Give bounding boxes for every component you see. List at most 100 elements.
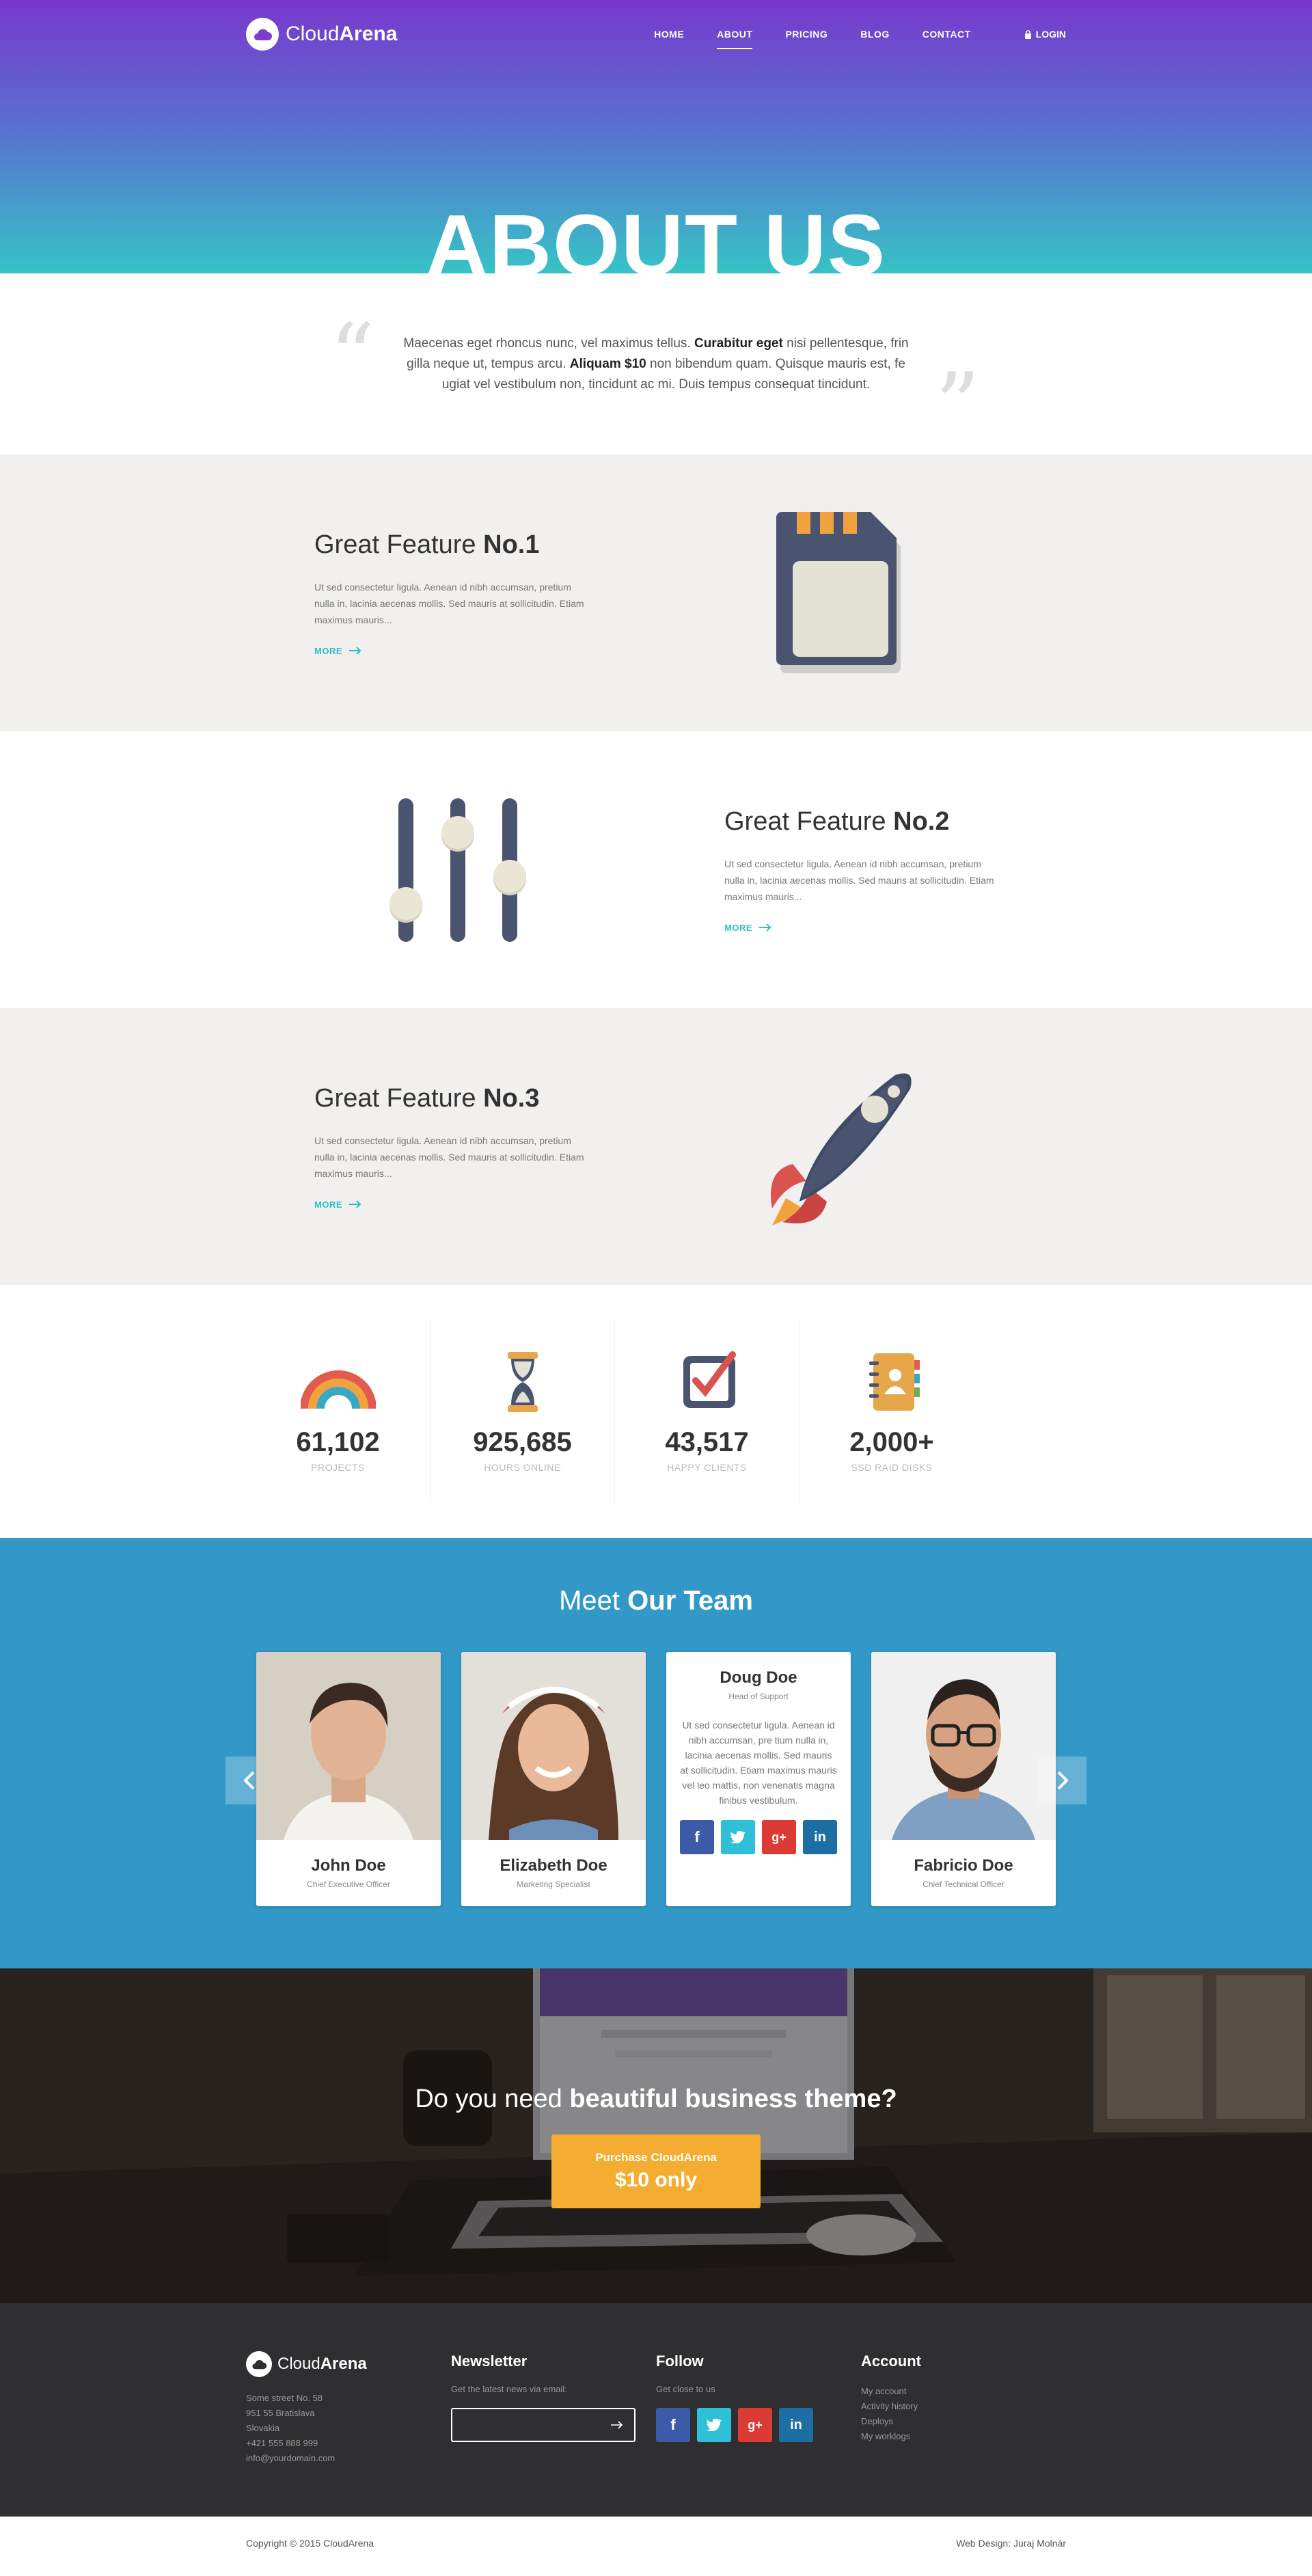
- stat-clients-value: 43,517: [665, 1426, 749, 1457]
- stat-projects-label: PROJECTS: [311, 1461, 365, 1473]
- google-plus-icon[interactable]: g+: [738, 2408, 772, 2442]
- feature-1-more-label: MORE: [314, 645, 342, 656]
- feature-2-title-light: Great Feature: [724, 806, 894, 836]
- account-link-my-account[interactable]: My account: [861, 2384, 1066, 2399]
- account-link-deploys[interactable]: Deploys: [861, 2414, 1066, 2429]
- address-line: Some street No. 58: [246, 2393, 323, 2403]
- feature-2-title-bold: No.2: [893, 806, 950, 836]
- team-card-doug[interactable]: Doug Doe Head of Support Ut sed consecte…: [666, 1652, 851, 1906]
- quote-bold1: Curabitur eget: [694, 336, 783, 351]
- linkedin-icon[interactable]: in: [803, 1820, 837, 1854]
- feature-1-title-light: Great Feature: [314, 530, 484, 559]
- carousel-next-button[interactable]: [1039, 1757, 1086, 1804]
- arrow-right-icon[interactable]: [611, 2421, 623, 2429]
- design-credit: Web Design: Juraj Molnár: [956, 2538, 1066, 2549]
- hourglass-icon: [507, 1351, 538, 1412]
- stat-clients: 43,517 HAPPY CLIENTS: [615, 1319, 800, 1504]
- twitter-icon[interactable]: [721, 1820, 755, 1854]
- twitter-icon[interactable]: [697, 2408, 731, 2442]
- nav-contact[interactable]: CONTACT: [922, 23, 971, 45]
- linkedin-icon[interactable]: in: [779, 2408, 813, 2442]
- chevron-left-icon: [243, 1771, 255, 1790]
- elizabeth-role: Marketing Specialist: [517, 1880, 590, 1889]
- login-link[interactable]: LOGIN: [1024, 29, 1066, 40]
- feature-2-text: Ut sed consectetur ligula. Aenean id nib…: [724, 858, 994, 902]
- open-quote-icon: “: [329, 304, 375, 408]
- phone-number: +421 555 888 999: [246, 2438, 318, 2448]
- feature-1-more-link[interactable]: MORE: [314, 646, 588, 656]
- team-carousel: John Doe Chief Executive Officer Elizabe…: [226, 1652, 1086, 1906]
- fabricio-photo: [871, 1652, 1056, 1840]
- quote-text: Maecenas eget rhoncus nunc, vel maximus …: [396, 334, 916, 395]
- newsletter-email-input[interactable]: [451, 2408, 636, 2442]
- footer: CloudArena Some street No. 58 951 55 Bra…: [0, 2303, 1312, 2517]
- address-line: Slovakia: [246, 2423, 280, 2433]
- address-line: 951 55 Bratislava: [246, 2408, 315, 2418]
- stats-section: 61,102 PROJECTS 925,685 HOURS ONLINE 43,…: [0, 1285, 1312, 1538]
- feature-3: Great Feature No.3 Ut sed consectetur li…: [0, 1008, 1312, 1285]
- login-label: LOGIN: [1035, 29, 1066, 40]
- brand-name-bold: Arena: [339, 23, 398, 45]
- cta-section: Do you need beautiful business theme? Pu…: [0, 1968, 1312, 2303]
- stat-hours: 925,685 HOURS ONLINE: [430, 1319, 615, 1504]
- nav-home[interactable]: HOME: [654, 23, 684, 45]
- close-quote-icon: ”: [935, 353, 981, 457]
- doug-bio: Ut sed consectetur ligula. Aenean id nib…: [680, 1720, 837, 1806]
- team-card-john[interactable]: John Doe Chief Executive Officer: [256, 1652, 441, 1906]
- account-title: Account: [861, 2353, 921, 2370]
- stat-clients-label: HAPPY CLIENTS: [667, 1461, 747, 1473]
- team-card-fabricio[interactable]: Fabricio Doe Chief Technical Officer: [871, 1652, 1056, 1906]
- sliders-icon: [372, 791, 543, 949]
- follow-title: Follow: [656, 2353, 704, 2370]
- john-name: John Doe: [311, 1856, 386, 1875]
- email-link[interactable]: info@yourdomain.com: [246, 2451, 451, 2466]
- account-link-worklogs[interactable]: My worklogs: [861, 2429, 1066, 2444]
- stat-hours-label: HOURS ONLINE: [484, 1461, 561, 1473]
- footer-logo[interactable]: CloudArena: [246, 2351, 451, 2377]
- doug-socials: f g+ in: [680, 1820, 837, 1854]
- team-card-elizabeth[interactable]: Elizabeth Doe Marketing Specialist: [461, 1652, 646, 1906]
- google-plus-icon[interactable]: g+: [762, 1820, 796, 1854]
- newsletter-subtitle: Get the latest news via email:: [451, 2384, 567, 2394]
- purchase-line2: $10 only: [614, 2169, 698, 2191]
- elizabeth-name: Elizabeth Doe: [500, 1856, 607, 1875]
- footer-brand-light: Cloud: [277, 2355, 320, 2373]
- brand-name-light: Cloud: [286, 23, 340, 45]
- cta-title: Do you need beautiful business theme?: [0, 2085, 1312, 2114]
- arrow-right-icon: [759, 923, 771, 932]
- sim-card-icon: [772, 508, 909, 679]
- main-menu: HOME ABOUT PRICING BLOG CONTACT: [654, 23, 971, 49]
- john-role: Chief Executive Officer: [307, 1880, 390, 1889]
- stat-projects-value: 61,102: [296, 1426, 380, 1457]
- feature-3-title: Great Feature No.3: [314, 1084, 588, 1113]
- bottom-bar: Copyright © 2015 CloudArena Web Design: …: [0, 2517, 1312, 2570]
- purchase-line1: Purchase CloudArena: [595, 2151, 717, 2164]
- cta-title-bold: beautiful business theme?: [569, 2085, 897, 2113]
- team-section: Meet Our Team John Doe Chief Executive O: [0, 1538, 1312, 1968]
- footer-follow-column: Follow Get close to us f g+ in: [656, 2351, 861, 2466]
- brand-logo[interactable]: CloudArena: [246, 18, 397, 51]
- arrow-right-icon: [349, 647, 361, 655]
- nav-blog[interactable]: BLOG: [860, 23, 889, 45]
- feature-2-more-link[interactable]: MORE: [724, 923, 998, 933]
- stat-disks-value: 2,000+: [849, 1426, 934, 1457]
- account-link-activity[interactable]: Activity history: [861, 2399, 1066, 2414]
- arrow-right-icon: [349, 1200, 361, 1208]
- nav-about[interactable]: ABOUT: [717, 23, 753, 49]
- cloud-icon: [246, 18, 279, 51]
- nav-pricing[interactable]: PRICING: [785, 23, 828, 45]
- facebook-icon[interactable]: f: [656, 2408, 690, 2442]
- john-photo: [256, 1652, 441, 1840]
- feature-1-title-bold: No.1: [483, 530, 540, 559]
- checkbox-icon: [683, 1351, 736, 1408]
- cloud-icon: [246, 2351, 272, 2377]
- doug-name: Doug Doe: [720, 1668, 797, 1687]
- feature-3-text: Ut sed consectetur ligula. Aenean id nib…: [314, 1135, 584, 1179]
- footer-newsletter-column: Newsletter Get the latest news via email…: [451, 2351, 656, 2466]
- team-title: Meet Our Team: [0, 1586, 1312, 1616]
- purchase-button[interactable]: Purchase CloudArena $10 only: [551, 2134, 761, 2208]
- newsletter-title: Newsletter: [451, 2353, 528, 2370]
- facebook-icon[interactable]: f: [680, 1820, 714, 1854]
- team-title-light: Meet: [559, 1586, 628, 1616]
- feature-3-more-link[interactable]: MORE: [314, 1199, 588, 1210]
